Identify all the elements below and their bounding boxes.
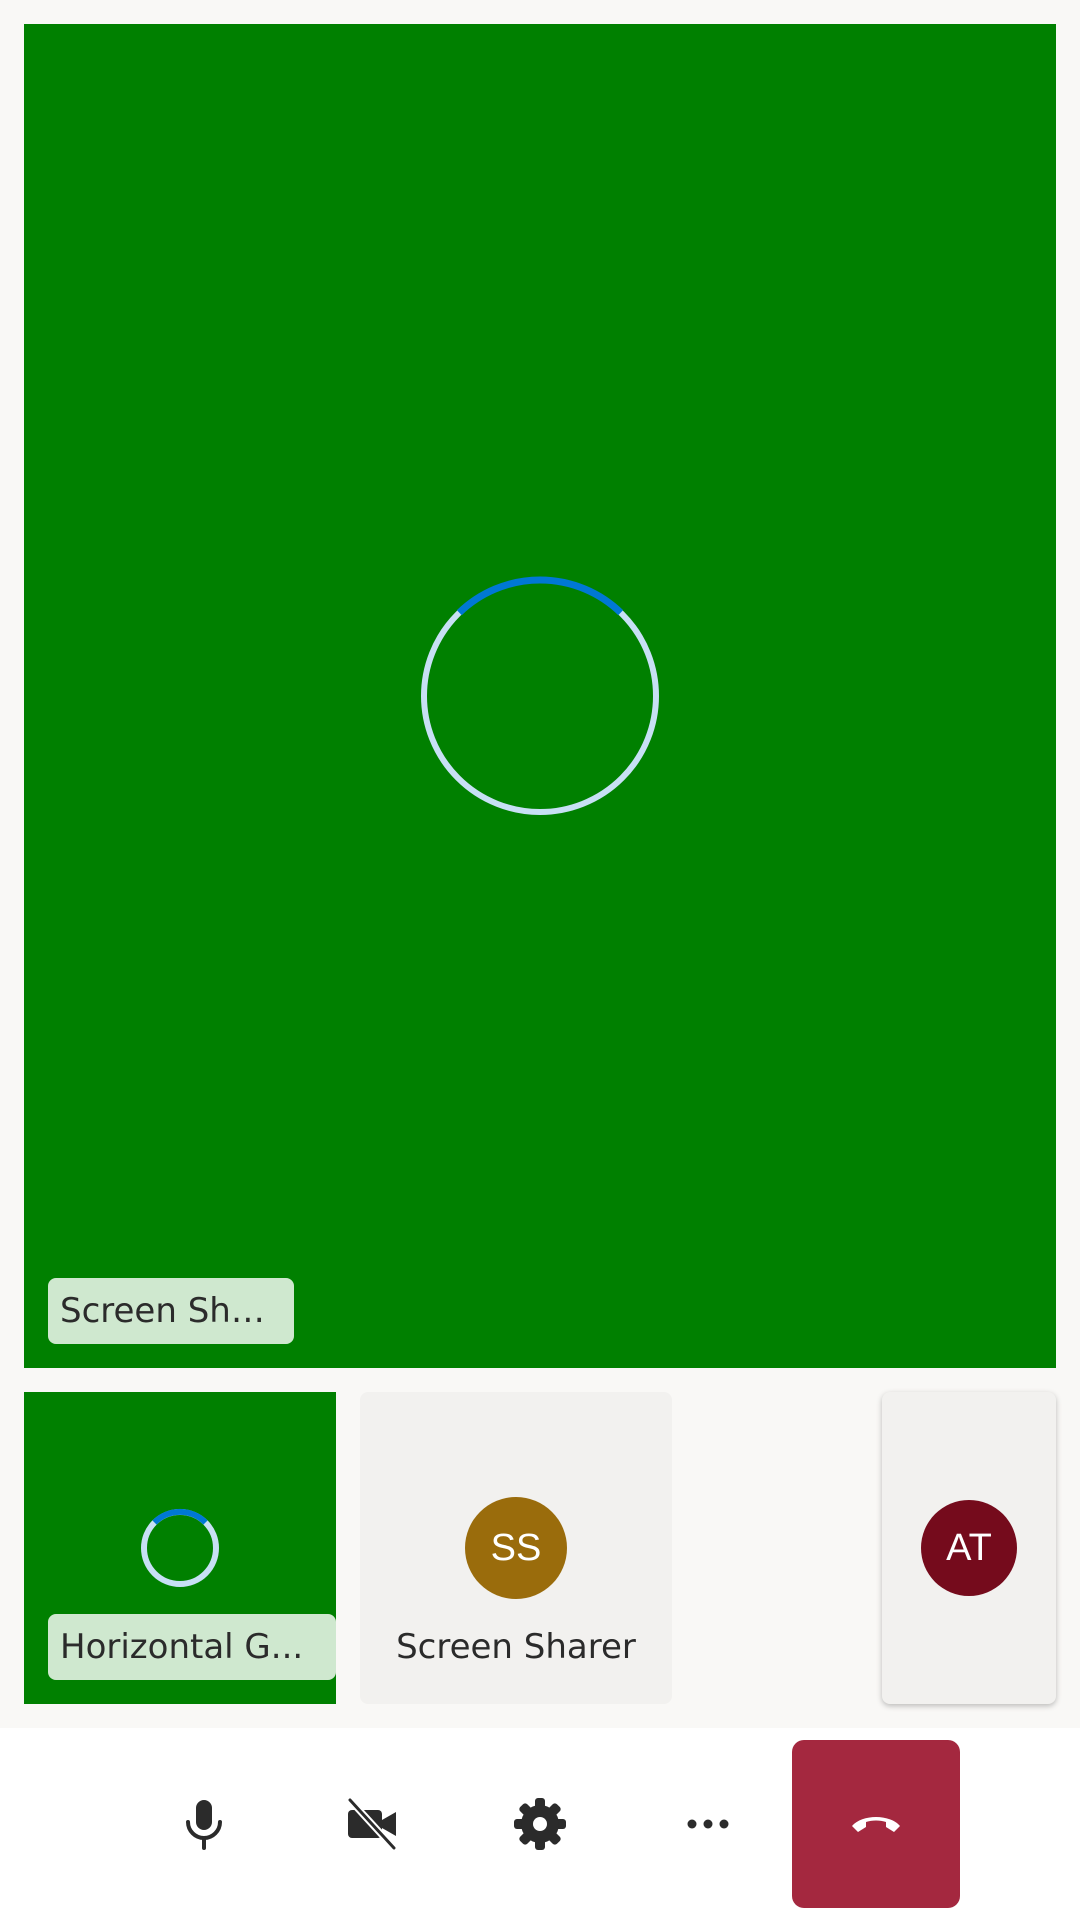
more-options-icon bbox=[687, 1819, 729, 1829]
loading-spinner bbox=[141, 1508, 219, 1587]
main-video-stage[interactable]: Screen Sharer bbox=[24, 24, 1056, 1368]
camera-toggle-button[interactable] bbox=[288, 1740, 456, 1908]
settings-button[interactable] bbox=[456, 1740, 624, 1908]
hang-up-button[interactable] bbox=[792, 1740, 960, 1908]
gear-icon bbox=[514, 1798, 566, 1850]
more-options-button[interactable] bbox=[624, 1740, 792, 1908]
participant-name-label: Screen Sharer bbox=[396, 1627, 636, 1667]
participant-tile[interactable]: SS Screen Sharer bbox=[360, 1392, 672, 1704]
call-control-bar bbox=[0, 1728, 1080, 1920]
video-off-icon bbox=[347, 1797, 397, 1851]
microphone-icon bbox=[186, 1800, 222, 1850]
participant-gallery: Horizontal G... SS Screen Sharer AT bbox=[0, 1392, 1080, 1704]
participant-name-tag: Horizontal G... bbox=[48, 1614, 336, 1680]
participant-name-tag: Screen Sharer bbox=[48, 1278, 294, 1344]
avatar: SS bbox=[465, 1497, 567, 1599]
microphone-button[interactable] bbox=[120, 1740, 288, 1908]
participant-tile[interactable]: Horizontal G... bbox=[24, 1392, 336, 1704]
loading-spinner bbox=[421, 576, 659, 815]
participant-tile[interactable]: AT bbox=[882, 1392, 1056, 1704]
phone-hangup-icon bbox=[852, 1817, 900, 1832]
avatar: AT bbox=[921, 1500, 1017, 1596]
